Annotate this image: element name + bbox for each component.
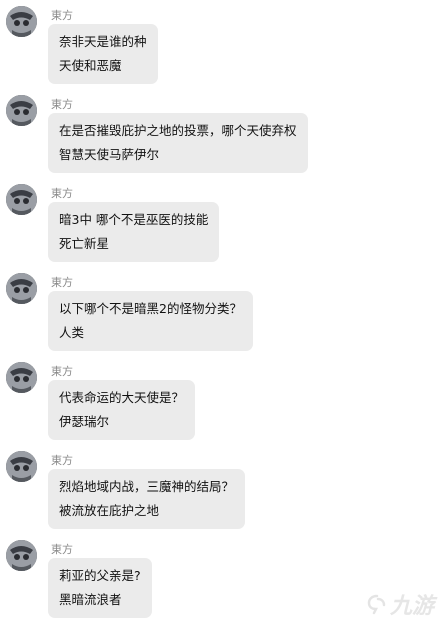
avatar-image-icon	[6, 273, 37, 304]
sender-name: 東方	[51, 276, 73, 289]
message-bubble: 暗3中 哪个不是巫医的技能 死亡新星	[48, 202, 220, 262]
avatar-image-icon	[6, 451, 37, 482]
avatar[interactable]	[6, 6, 37, 37]
avatar-image-icon	[6, 95, 37, 126]
chat-message: 東方 在是否摧毁庇护之地的投票，哪个天使弃权 智慧天使马萨伊尔	[0, 93, 440, 182]
answer-text: 死亡新星	[59, 236, 110, 251]
answer-text: 伊瑟瑞尔	[59, 414, 110, 429]
chat-message: 東方 代表命运的大天使是？ 伊瑟瑞尔	[0, 360, 440, 449]
sender-name: 東方	[51, 454, 73, 467]
chat-message: 東方 烈焰地域内战，三魔神的结局？ 被流放在庇护之地	[0, 449, 440, 538]
message-bubble: 以下哪个不是暗黑2的怪物分类？ 人类	[48, 291, 253, 351]
sender-name: 東方	[51, 543, 73, 556]
avatar-image-icon	[6, 540, 37, 571]
answer-text: 被流放在庇护之地	[59, 503, 160, 518]
answer-text: 天使和恶魔	[59, 58, 122, 73]
chat-message: 東方 奈非天是谁的种 天使和恶魔	[0, 4, 440, 93]
question-text: 代表命运的大天使是？	[59, 390, 185, 405]
message-bubble: 烈焰地域内战，三魔神的结局？ 被流放在庇护之地	[48, 469, 246, 529]
question-text: 以下哪个不是暗黑2的怪物分类？	[59, 301, 242, 316]
avatar[interactable]	[6, 362, 37, 393]
avatar-image-icon	[6, 184, 37, 215]
answer-text: 人类	[59, 325, 85, 340]
sender-name: 東方	[51, 365, 73, 378]
question-text: 奈非天是谁的种	[59, 34, 147, 49]
chat-message: 東方 以下哪个不是暗黑2的怪物分类？ 人类	[0, 271, 440, 360]
sender-name: 東方	[51, 9, 73, 22]
avatar-image-icon	[6, 6, 37, 37]
question-text: 暗3中 哪个不是巫医的技能	[59, 212, 209, 227]
nine-game-logo-icon	[367, 594, 386, 615]
answer-text: 黑暗流浪者	[59, 592, 122, 607]
sender-name: 東方	[51, 98, 73, 111]
question-text: 莉亚的父亲是?	[59, 568, 141, 583]
question-text: 烈焰地域内战，三魔神的结局？	[59, 479, 235, 494]
question-text: 在是否摧毁庇护之地的投票，哪个天使弃权	[59, 123, 297, 138]
avatar-image-icon	[6, 362, 37, 393]
avatar[interactable]	[6, 95, 37, 126]
message-bubble: 奈非天是谁的种 天使和恶魔	[48, 24, 158, 84]
avatar[interactable]	[6, 273, 37, 304]
message-bubble: 在是否摧毁庇护之地的投票，哪个天使弃权 智慧天使马萨伊尔	[48, 113, 308, 173]
avatar[interactable]	[6, 540, 37, 571]
message-bubble: 莉亚的父亲是? 黑暗流浪者	[48, 558, 152, 618]
avatar[interactable]	[6, 184, 37, 215]
answer-text: 智慧天使马萨伊尔	[59, 147, 160, 162]
chat-message: 東方 暗3中 哪个不是巫医的技能 死亡新星	[0, 182, 440, 271]
watermark: 九游	[366, 588, 434, 620]
message-bubble: 代表命运的大天使是？ 伊瑟瑞尔	[48, 380, 196, 440]
sender-name: 東方	[51, 187, 73, 200]
watermark-text: 九游	[389, 594, 434, 619]
avatar[interactable]	[6, 451, 37, 482]
